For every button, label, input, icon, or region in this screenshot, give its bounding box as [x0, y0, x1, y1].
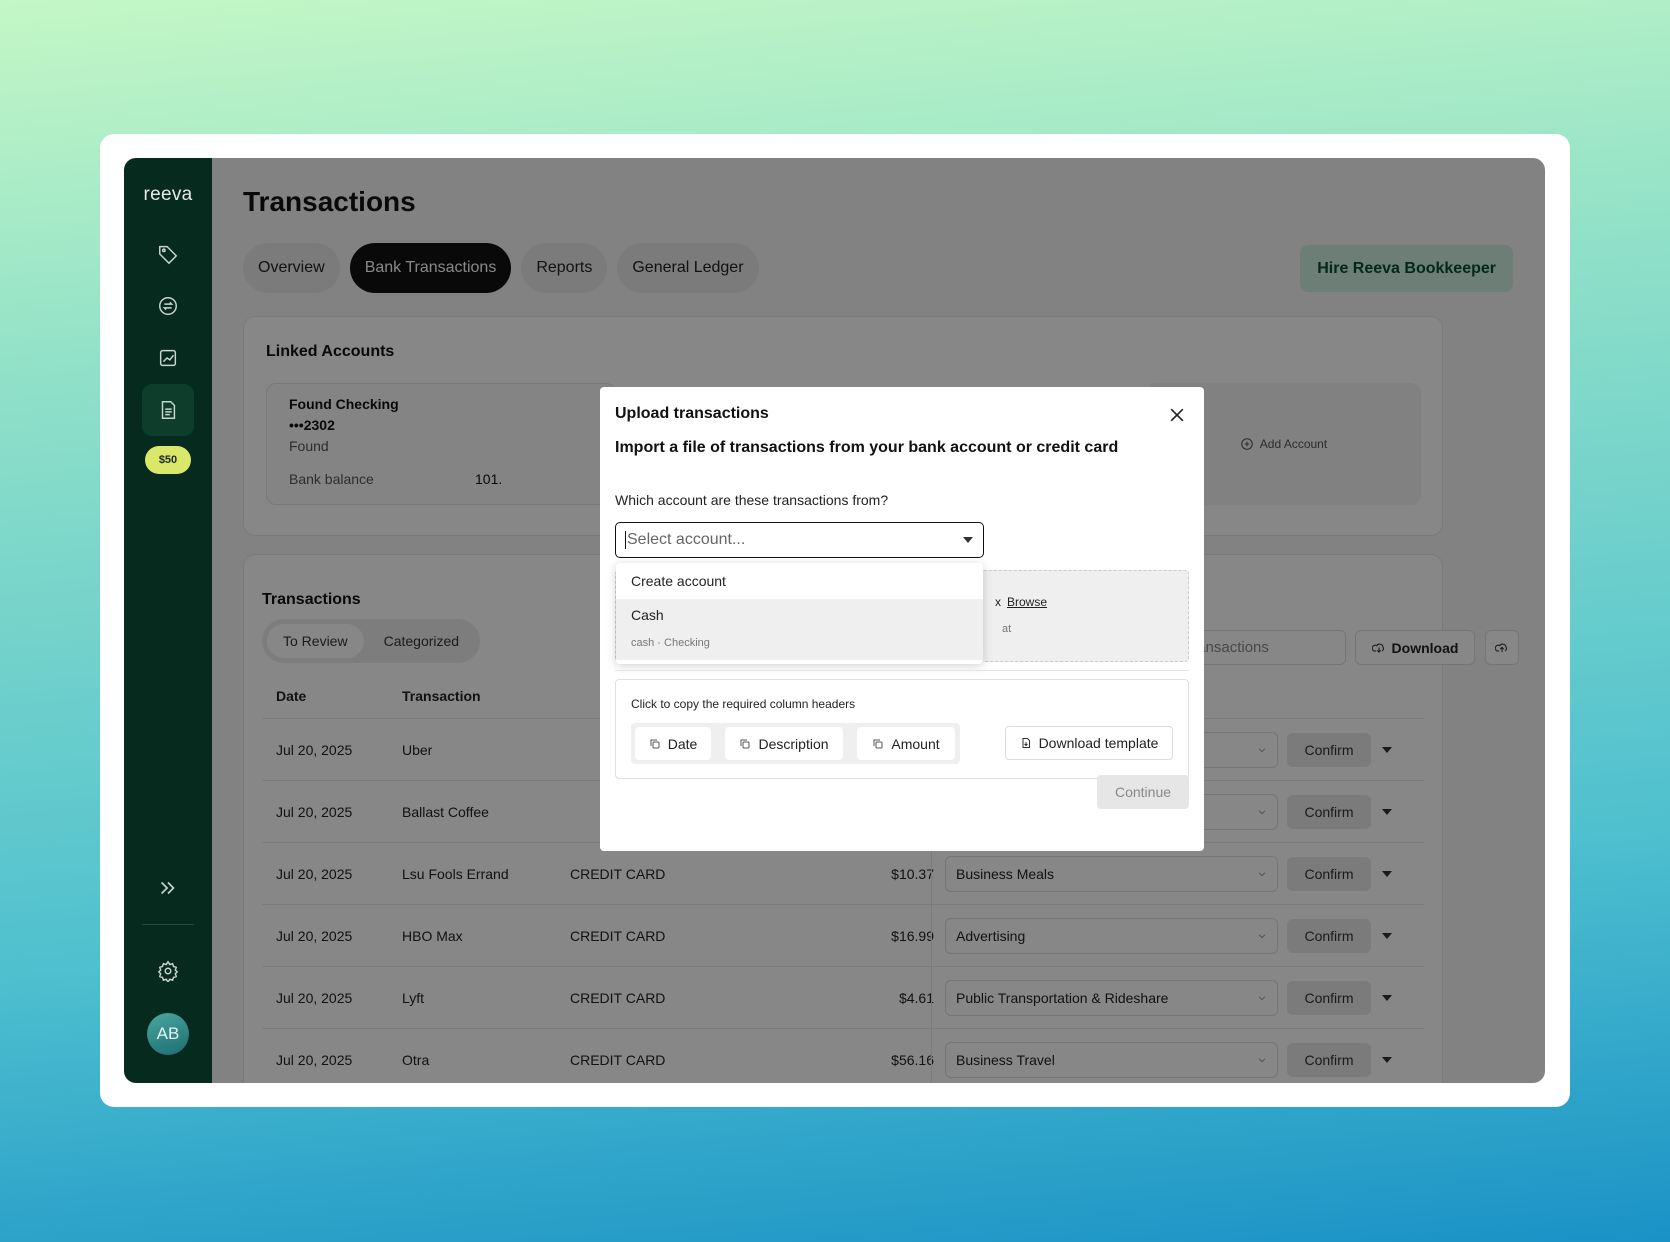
- chip-label: Amount: [891, 735, 940, 752]
- modal-title: Upload transactions: [615, 405, 769, 422]
- account-select[interactable]: Select account...: [615, 522, 984, 558]
- text-cursor: [625, 531, 626, 549]
- column-headers-panel: Click to copy the required column header…: [615, 679, 1189, 779]
- copy-amount-chip[interactable]: Amount: [857, 727, 955, 760]
- app-logo: reeva: [143, 184, 193, 205]
- copy-icon: [873, 739, 883, 748]
- modal-subtitle: Import a file of transactions from your …: [615, 439, 1119, 456]
- refresh-icon[interactable]: [142, 280, 194, 332]
- document-icon[interactable]: [142, 384, 194, 436]
- tag-icon[interactable]: [142, 228, 194, 280]
- columns-caption: Click to copy the required column header…: [631, 697, 856, 711]
- download-template-label: Download template: [1038, 735, 1159, 751]
- chart-icon[interactable]: [142, 332, 194, 384]
- option-detail: cash · Checking: [631, 637, 710, 649]
- sidebar: reeva $50 AB: [124, 158, 212, 1083]
- double-chevron-right-icon[interactable]: [142, 862, 194, 914]
- account-select-placeholder: Select account...: [627, 531, 746, 548]
- upload-transactions-modal: Upload transactions Import a file of tra…: [600, 387, 1204, 851]
- main-content: Transactions Overview Bank Transactions …: [212, 158, 1545, 1083]
- dropzone-text: x: [995, 595, 1001, 609]
- dropzone-hint: at: [1002, 623, 1012, 635]
- file-download-icon: [1022, 738, 1030, 748]
- account-option-cash[interactable]: Cash cash · Checking: [616, 599, 983, 660]
- close-icon[interactable]: [1167, 405, 1187, 425]
- modal-divider: [615, 670, 1189, 671]
- account-question: Which account are these transactions fro…: [615, 492, 889, 508]
- copy-date-chip[interactable]: Date: [635, 727, 711, 760]
- option-label: Cash: [631, 607, 664, 623]
- sidebar-divider: [142, 924, 194, 925]
- dropdown-caret-icon: [963, 537, 973, 543]
- gear-icon[interactable]: [142, 945, 194, 997]
- copy-icon: [740, 739, 750, 748]
- app-window: reeva $50 AB Transactions Overview Bank …: [124, 158, 1545, 1083]
- download-template-button[interactable]: Download template: [1005, 726, 1173, 760]
- create-account-option[interactable]: Create account: [616, 563, 983, 599]
- continue-button[interactable]: Continue: [1097, 775, 1189, 809]
- chip-label: Description: [758, 735, 829, 752]
- credit-badge[interactable]: $50: [144, 446, 192, 474]
- copy-icon: [650, 739, 660, 748]
- chip-label: Date: [667, 735, 698, 752]
- copy-description-chip[interactable]: Description: [725, 727, 843, 760]
- column-chip-group: Date Description Amount: [631, 723, 960, 764]
- avatar[interactable]: AB: [147, 1013, 189, 1055]
- browse-link[interactable]: Browse: [1007, 595, 1047, 609]
- account-dropdown-menu: Create account Cash cash · Checking: [616, 563, 983, 664]
